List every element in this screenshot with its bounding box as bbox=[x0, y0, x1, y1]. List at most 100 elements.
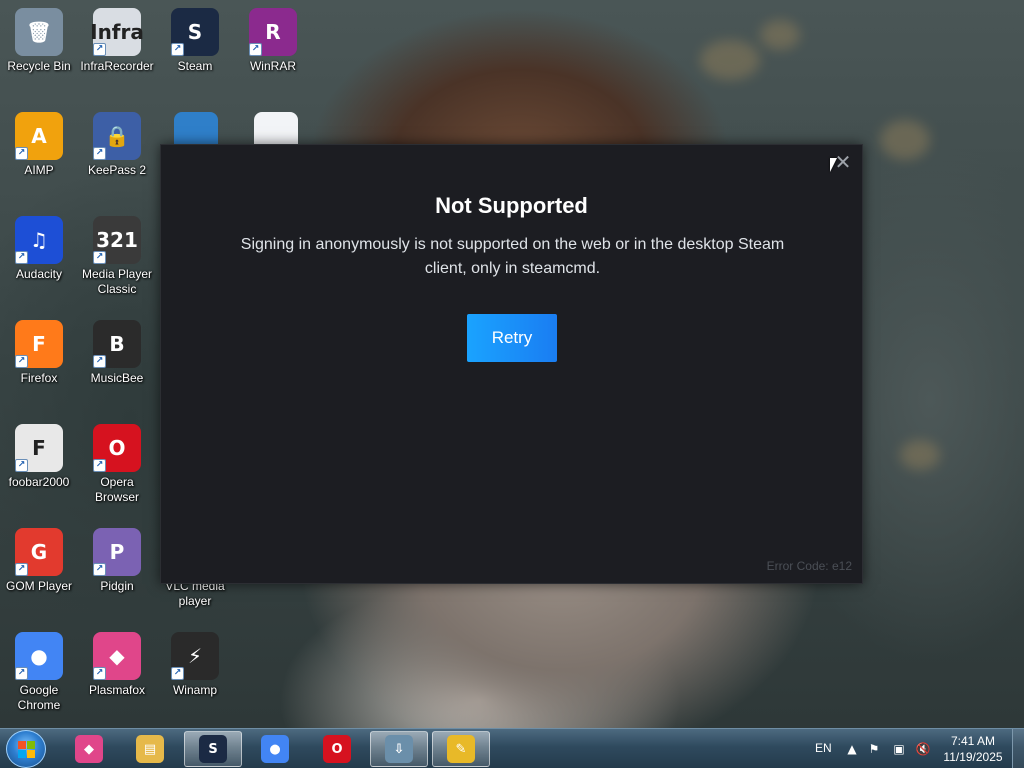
desktop-icon-label: Steam bbox=[177, 59, 213, 73]
volume-muted-icon[interactable]: 🔇 bbox=[915, 741, 931, 757]
foobar2000-icon: F ↗ bbox=[15, 424, 63, 472]
icon-glyph: A bbox=[31, 124, 47, 148]
clock-time: 7:41 AM bbox=[950, 734, 996, 748]
shortcut-arrow-icon: ↗ bbox=[15, 459, 28, 472]
taskbar-item-file-explorer[interactable]: ▤ bbox=[121, 731, 179, 767]
show-desktop-button[interactable] bbox=[1012, 729, 1024, 768]
plasmafox-icon: ◆ bbox=[75, 735, 103, 763]
desktop-icon-label: Pidgin bbox=[100, 579, 134, 593]
opera-icon: O ↗ bbox=[93, 424, 141, 472]
icon-glyph: R bbox=[265, 20, 281, 44]
desktop-icon-label: GOM Player bbox=[5, 579, 72, 593]
desktop-icon-label: foobar2000 bbox=[8, 475, 70, 489]
dialog-message: Signing in anonymously is not supported … bbox=[240, 236, 785, 277]
error-code: Error Code: e12 bbox=[766, 559, 852, 573]
icon-glyph: F bbox=[32, 436, 46, 460]
shortcut-arrow-icon: ↗ bbox=[15, 147, 28, 160]
shortcut-arrow-icon: ↗ bbox=[171, 43, 184, 56]
mouse-cursor-icon bbox=[830, 158, 837, 172]
clock-date: 11/19/2025 bbox=[943, 750, 1003, 764]
desktop-icon-media-player-classic[interactable]: 321 ↗ Media Player Classic bbox=[78, 216, 156, 297]
musicbee-icon: B ↗ bbox=[93, 320, 141, 368]
desktop-icon-label: Media Player Classic bbox=[81, 267, 153, 296]
desktop-icon-steam[interactable]: S ↗ Steam bbox=[156, 8, 234, 74]
notes-icon: ✎ bbox=[447, 735, 475, 763]
icon-glyph: Infra bbox=[90, 20, 144, 44]
network-icon[interactable]: ▣ bbox=[891, 741, 907, 757]
icon-glyph: 🔒 bbox=[104, 124, 130, 148]
not-supported-dialog: ✕ Not Supported Signing in anonymously i… bbox=[160, 144, 863, 584]
desktop-icon-label: Winamp bbox=[172, 683, 217, 697]
desktop-icon-gom-player[interactable]: G ↗ GOM Player bbox=[0, 528, 78, 594]
desktop-switch-icon: ⇩ bbox=[385, 735, 413, 763]
desktop-icon-label: MusicBee bbox=[90, 371, 144, 385]
icon-glyph: 🗑 bbox=[26, 20, 52, 44]
shortcut-arrow-icon: ↗ bbox=[15, 563, 28, 576]
desktop-icon-winrar[interactable]: R ↗ WinRAR bbox=[234, 8, 312, 74]
desktop-icon-aimp[interactable]: A ↗ AIMP bbox=[0, 112, 78, 178]
shortcut-arrow-icon: ↗ bbox=[15, 667, 28, 680]
desktop-icon-recycle-bin[interactable]: 🗑 Recycle Bin bbox=[0, 8, 78, 74]
chrome-icon: ● ↗ bbox=[15, 632, 63, 680]
icon-glyph: ♫ bbox=[30, 228, 48, 252]
keepass-icon: 🔒 ↗ bbox=[93, 112, 141, 160]
icon-glyph: O bbox=[108, 436, 126, 460]
shortcut-arrow-icon: ↗ bbox=[15, 355, 28, 368]
desktop-icon-firefox[interactable]: F ↗ Firefox bbox=[0, 320, 78, 386]
desktop-icon-pidgin[interactable]: P ↗ Pidgin bbox=[78, 528, 156, 594]
desktop-icon-label: Audacity bbox=[15, 267, 63, 281]
shortcut-arrow-icon: ↗ bbox=[93, 563, 106, 576]
system-clock[interactable]: 7:41 AM 11/19/2025 bbox=[940, 733, 1006, 765]
icon-glyph: ● bbox=[30, 644, 48, 668]
shortcut-arrow-icon: ↗ bbox=[93, 147, 106, 160]
shortcut-arrow-icon: ↗ bbox=[171, 667, 184, 680]
shortcut-arrow-icon: ↗ bbox=[93, 355, 106, 368]
icon-glyph: B bbox=[109, 332, 125, 356]
taskbar-item-notes[interactable]: ✎ bbox=[432, 731, 490, 767]
taskbar-item-opera[interactable]: O bbox=[308, 731, 366, 767]
desktop-icon-label: Opera Browser bbox=[94, 475, 139, 504]
desktop-icon-plasmafox[interactable]: ◆ ↗ Plasmafox bbox=[78, 632, 156, 698]
desktop-icon-winamp[interactable]: ⚡ ↗ Winamp bbox=[156, 632, 234, 698]
icon-glyph: G bbox=[30, 540, 48, 564]
icon-glyph: 321 bbox=[96, 228, 138, 252]
action-center-icon[interactable]: ⚑ bbox=[866, 741, 882, 757]
desktop-icon-audacity[interactable]: ♫ ↗ Audacity bbox=[0, 216, 78, 282]
plasmafox-icon: ◆ ↗ bbox=[93, 632, 141, 680]
shortcut-arrow-icon: ↗ bbox=[93, 43, 106, 56]
taskbar-item-desktop-switch[interactable]: ⇩ bbox=[370, 731, 428, 767]
taskbar-item-plasmafox[interactable]: ◆ bbox=[60, 731, 118, 767]
steam-icon: S ↗ bbox=[171, 8, 219, 56]
language-indicator[interactable]: EN bbox=[815, 741, 832, 755]
desktop-icon-label: KeePass 2 bbox=[87, 163, 147, 177]
winrar-icon: R ↗ bbox=[249, 8, 297, 56]
desktop-icon-musicbee[interactable]: B ↗ MusicBee bbox=[78, 320, 156, 386]
retry-button[interactable]: Retry bbox=[467, 314, 557, 362]
aimp-icon: A ↗ bbox=[15, 112, 63, 160]
shortcut-arrow-icon: ↗ bbox=[15, 251, 28, 264]
chrome-icon: ● bbox=[261, 735, 289, 763]
shortcut-arrow-icon: ↗ bbox=[249, 43, 262, 56]
desktop-icon-infrarecorder[interactable]: Infra ↗ InfraRecorder bbox=[78, 8, 156, 74]
desktop-icon-keepass[interactable]: 🔒 ↗ KeePass 2 bbox=[78, 112, 156, 178]
desktop-icon-opera[interactable]: O ↗ Opera Browser bbox=[78, 424, 156, 505]
desktop-icon-foobar2000[interactable]: F ↗ foobar2000 bbox=[0, 424, 78, 490]
windows-logo-icon bbox=[18, 741, 36, 759]
opera-icon: O bbox=[323, 735, 351, 763]
desktop-icon-label: AIMP bbox=[24, 163, 54, 177]
desktop-icon-label: Google Chrome bbox=[17, 683, 61, 712]
chevron-up-icon[interactable]: ▲ bbox=[844, 741, 860, 757]
desktop-icon-label: WinRAR bbox=[249, 59, 296, 73]
wallpaper-bokeh bbox=[900, 440, 940, 470]
winamp-icon: ⚡ ↗ bbox=[171, 632, 219, 680]
document-icon[interactable] bbox=[254, 112, 298, 146]
start-button[interactable] bbox=[6, 730, 46, 768]
taskbar-item-steam[interactable]: S bbox=[184, 731, 242, 767]
recycle-bin-icon: 🗑 bbox=[15, 8, 63, 56]
shortcut-arrow-icon: ↗ bbox=[93, 459, 106, 472]
desktop-icon-chrome[interactable]: ● ↗ Google Chrome bbox=[0, 632, 78, 713]
wallpaper-bokeh bbox=[700, 40, 760, 80]
browser-icon[interactable] bbox=[174, 112, 218, 146]
taskbar-item-chrome[interactable]: ● bbox=[246, 731, 304, 767]
steam-icon: S bbox=[199, 735, 227, 763]
